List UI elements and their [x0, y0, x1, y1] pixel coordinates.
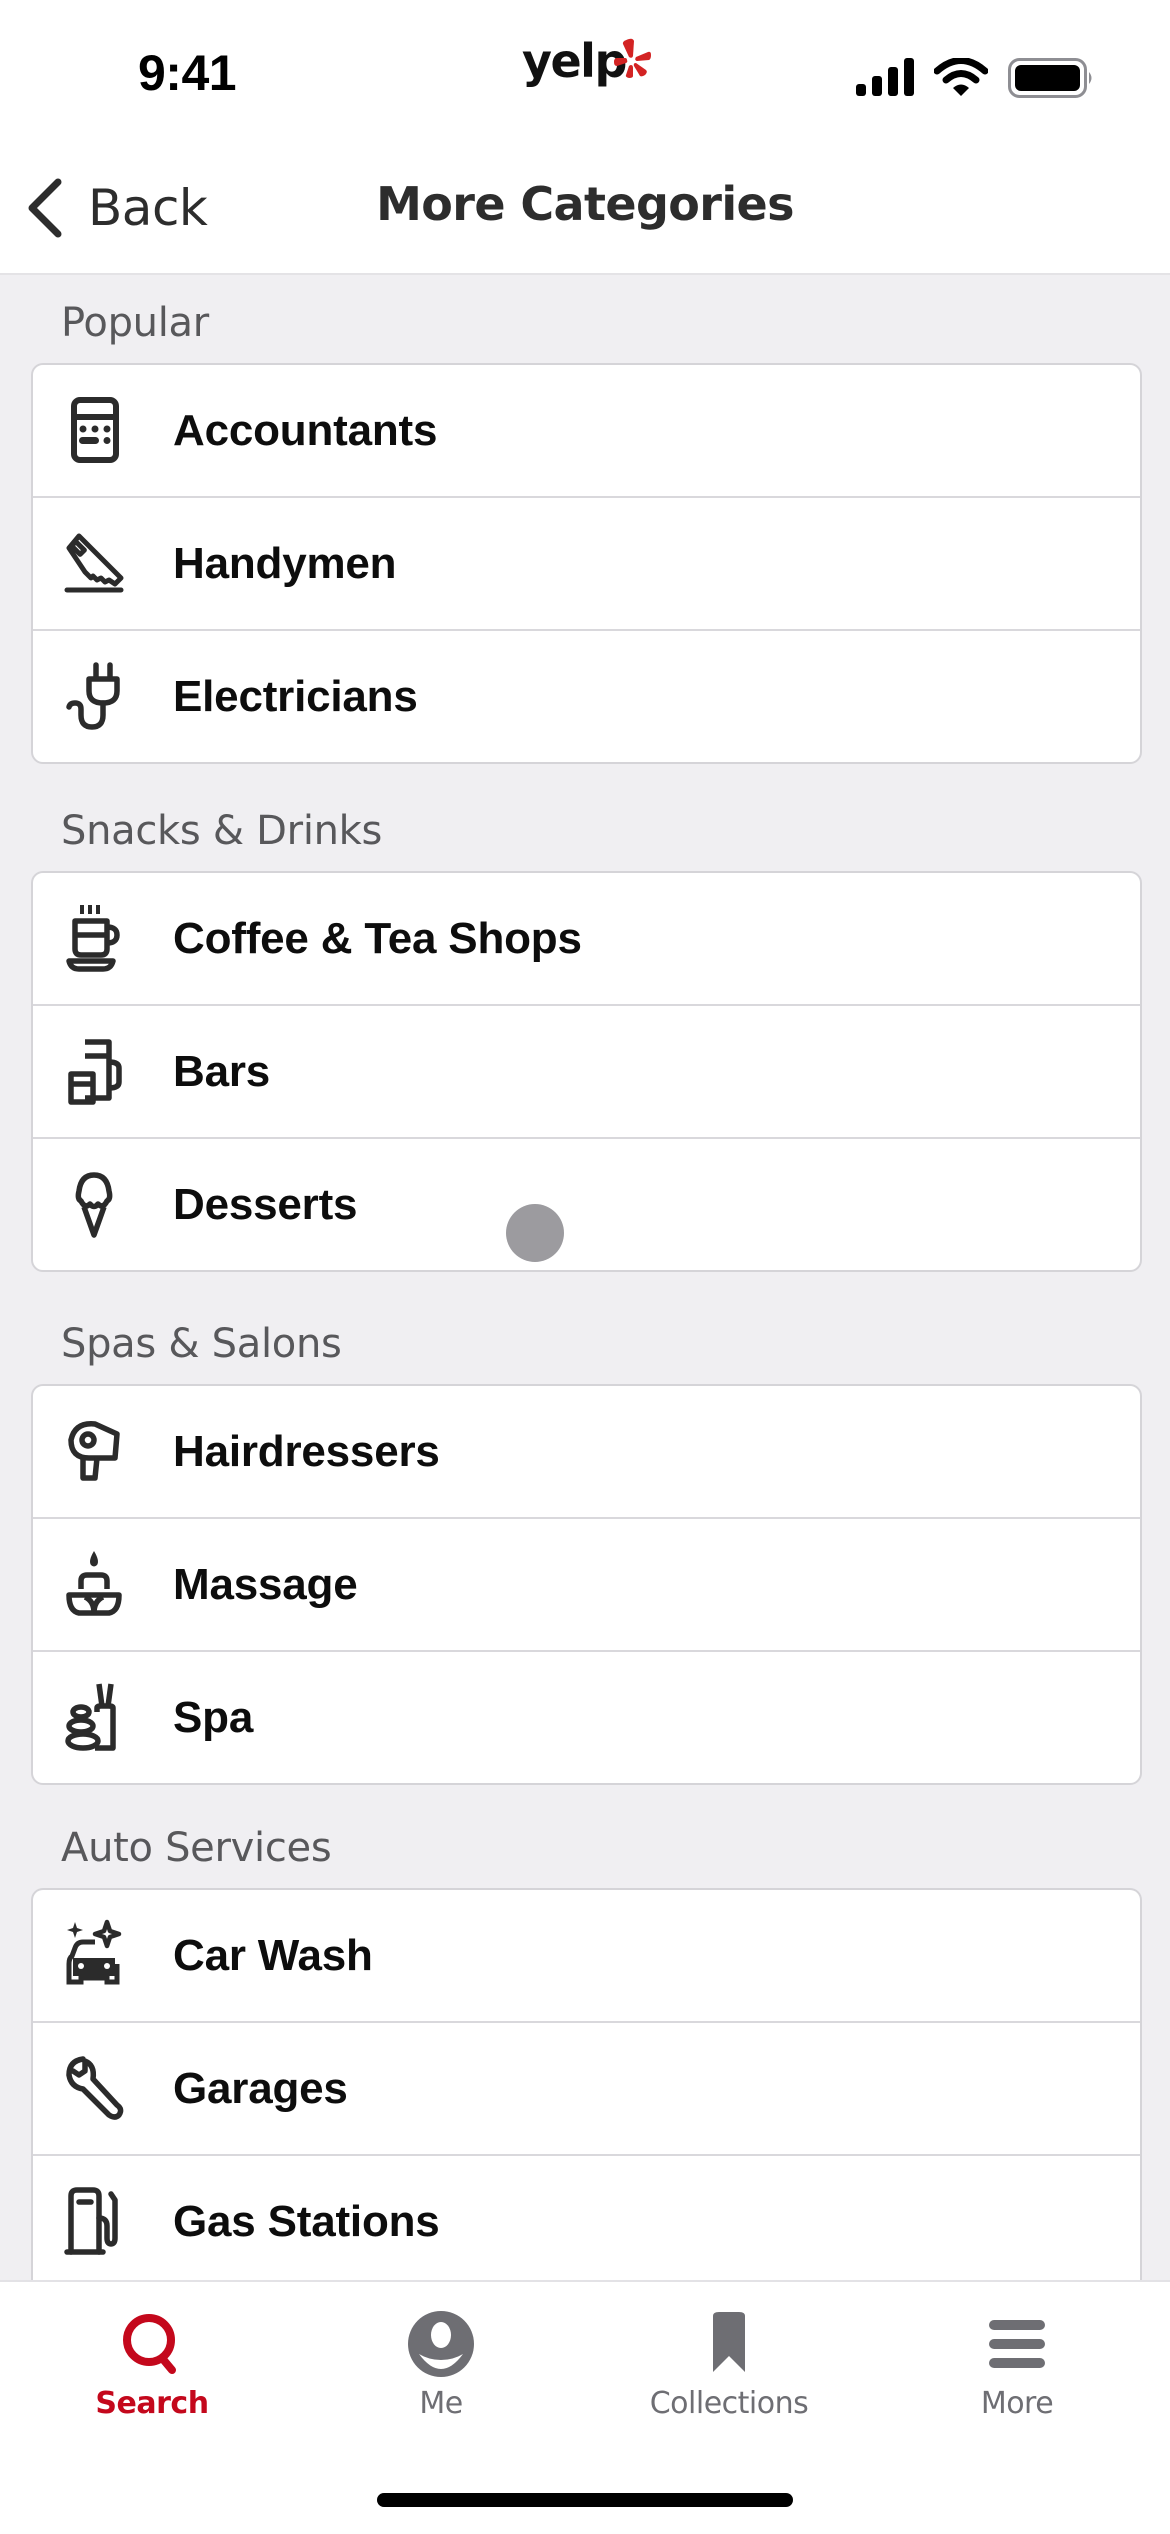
category-item-spa[interactable]: Spa	[33, 1650, 1140, 1783]
tab-more[interactable]: More	[871, 2282, 1163, 2442]
candle-lotus-icon	[55, 1545, 133, 1623]
tab-search[interactable]: Search	[6, 2282, 298, 2442]
category-label: Hairdressers	[173, 1426, 440, 1476]
category-item-hairdressers[interactable]: Hairdressers	[33, 1386, 1140, 1517]
yelp-logo: yelp	[520, 34, 652, 92]
tab-label: Search	[95, 2386, 209, 2421]
section-header-snacks-drinks: Snacks & Drinks	[61, 808, 383, 854]
category-item-car-wash[interactable]: Car Wash	[33, 1890, 1140, 2021]
coffee-cup-icon	[55, 899, 133, 977]
category-label: Handymen	[173, 538, 397, 588]
category-item-coffee-tea-shops[interactable]: Coffee & Tea Shops	[33, 873, 1140, 1004]
category-item-accountants[interactable]: Accountants	[33, 365, 1140, 496]
category-item-garages[interactable]: Garages	[33, 2021, 1140, 2154]
nav-bar: Back More Categories	[0, 120, 1170, 275]
category-label: Gas Stations	[173, 2196, 440, 2246]
category-label: Bars	[173, 1046, 271, 1096]
user-icon	[405, 2308, 477, 2380]
yelp-logo-text: yelp	[522, 34, 627, 88]
drinks-icon	[55, 1032, 133, 1110]
search-icon	[116, 2308, 188, 2380]
tab-collections[interactable]: Collections	[583, 2282, 875, 2442]
wifi-icon	[934, 58, 988, 96]
section-header-spas-salons: Spas & Salons	[61, 1321, 342, 1367]
status-time: 9:41	[138, 45, 237, 101]
page-title: More Categories	[376, 177, 794, 231]
hair-dryer-icon	[55, 1412, 133, 1490]
category-item-electricians[interactable]: Electricians	[33, 629, 1140, 762]
home-indicator[interactable]	[377, 2493, 793, 2507]
category-card-spas-salons: Hairdressers Massage Spa	[31, 1384, 1142, 1785]
category-label: Desserts	[173, 1179, 358, 1229]
category-label: Garages	[173, 2063, 348, 2113]
category-label: Coffee & Tea Shops	[173, 913, 582, 963]
tab-label: More	[980, 2386, 1054, 2421]
battery-icon	[1008, 58, 1092, 98]
category-item-massage[interactable]: Massage	[33, 1517, 1140, 1650]
category-label: Massage	[173, 1559, 358, 1609]
category-card-popular: Accountants Handymen Electricians	[31, 363, 1142, 764]
section-header-auto-services: Auto Services	[61, 1825, 332, 1871]
bookmark-icon	[693, 2308, 765, 2380]
category-label: Accountants	[173, 405, 438, 455]
wrench-icon	[55, 2049, 133, 2127]
category-item-bars[interactable]: Bars	[33, 1004, 1140, 1137]
tab-label: Me	[419, 2386, 463, 2421]
category-item-handymen[interactable]: Handymen	[33, 496, 1140, 629]
section-header-popular: Popular	[61, 300, 209, 346]
status-bar: 9:41 yelp	[0, 0, 1170, 120]
tab-label: Collections	[649, 2386, 809, 2421]
gas-pump-icon	[55, 2182, 133, 2260]
ice-cream-icon	[55, 1165, 133, 1243]
category-item-desserts[interactable]: Desserts	[33, 1137, 1140, 1270]
calculator-icon	[55, 391, 133, 469]
category-label: Car Wash	[173, 1930, 373, 1980]
category-card-auto-services: Car Wash Garages Gas Stations	[31, 1888, 1142, 2310]
saw-icon	[55, 524, 133, 602]
menu-icon	[981, 2308, 1053, 2380]
category-label: Electricians	[173, 671, 418, 721]
tab-me[interactable]: Me	[295, 2282, 587, 2442]
plug-icon	[55, 657, 133, 735]
touch-indicator	[506, 1204, 564, 1262]
category-item-gas-stations[interactable]: Gas Stations	[33, 2154, 1140, 2287]
category-label: Spa	[173, 1692, 254, 1742]
yelp-burst-icon	[614, 38, 651, 78]
car-sparkle-icon	[55, 1916, 133, 1994]
spa-stones-icon	[55, 1678, 133, 1756]
category-card-snacks-drinks: Coffee & Tea Shops Bars Desserts	[31, 871, 1142, 1272]
cellular-signal-icon	[856, 58, 914, 96]
